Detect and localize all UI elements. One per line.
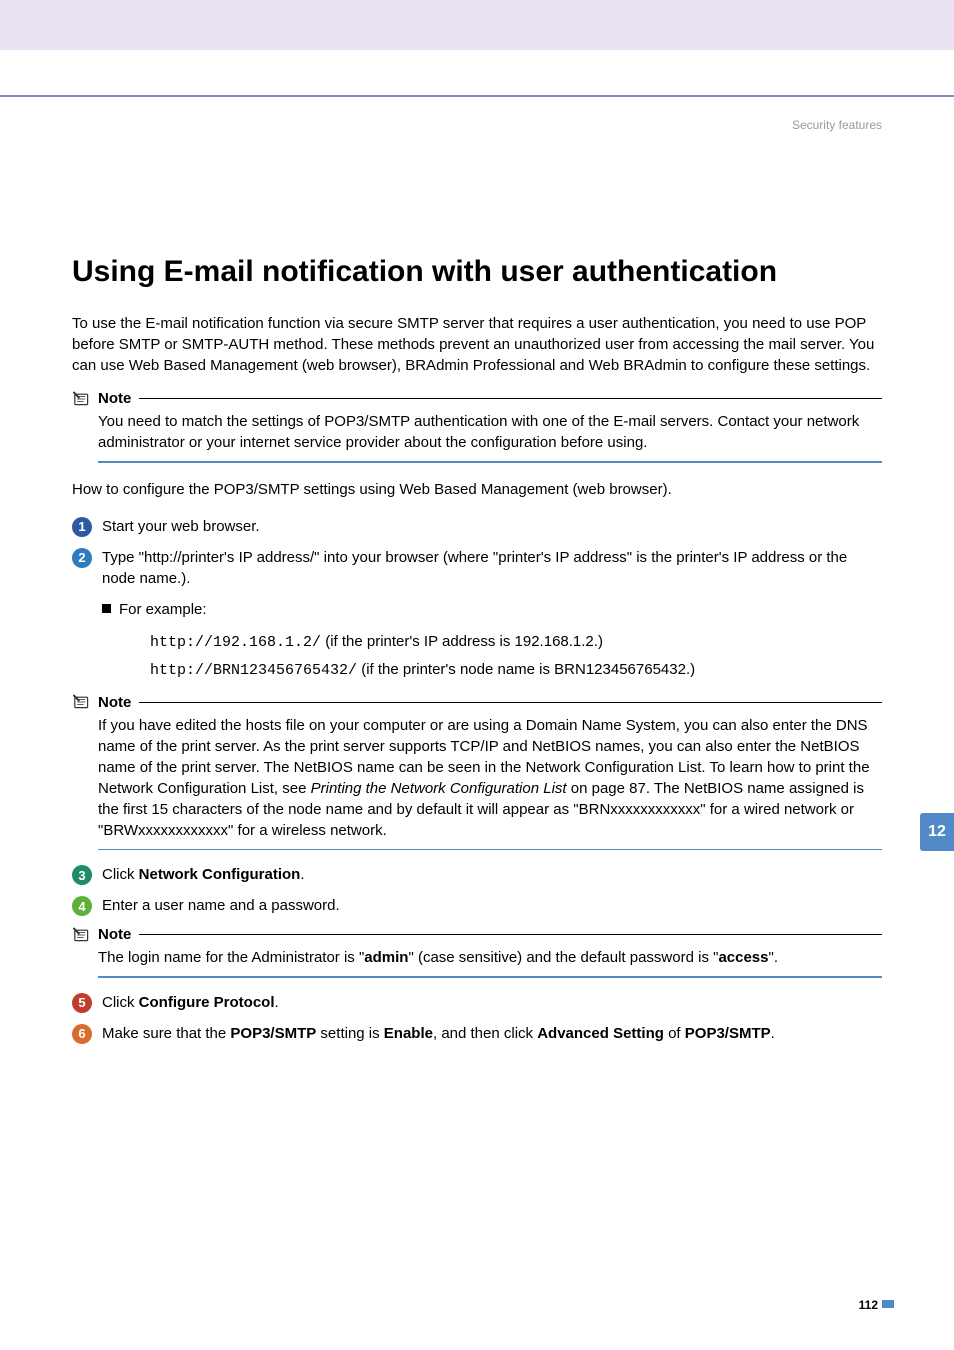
step-2: 2 Type "http://printer's IP address/" in… bbox=[72, 547, 882, 589]
note-block-3: Note The login name for the Administrato… bbox=[72, 926, 882, 978]
step-text: Enter a user name and a password. bbox=[102, 895, 882, 916]
note-block-2: Note If you have edited the hosts file o… bbox=[72, 694, 882, 851]
page-decor bbox=[882, 1300, 894, 1308]
note-label: Note bbox=[98, 694, 131, 711]
step-text: Start your web browser. bbox=[102, 516, 882, 537]
step-5: 5 Click Configure Protocol. bbox=[72, 992, 882, 1013]
note-body-2: If you have edited the hosts file on you… bbox=[72, 715, 882, 841]
step-number-icon: 6 bbox=[72, 1024, 92, 1044]
step-number-icon: 2 bbox=[72, 548, 92, 568]
example-block: For example: http://192.168.1.2/ (if the… bbox=[72, 599, 882, 684]
note-label: Note bbox=[98, 926, 131, 943]
intro-text: To use the E-mail notification function … bbox=[72, 313, 882, 376]
note-icon bbox=[72, 927, 92, 943]
note-divider-top bbox=[139, 702, 882, 703]
step-3: 3 Click Network Configuration. bbox=[72, 864, 882, 885]
breadcrumb: Security features bbox=[792, 118, 882, 132]
code-text: http://BRN123456765432/ bbox=[150, 662, 357, 679]
page-title: Using E-mail notification with user auth… bbox=[72, 255, 882, 289]
note-label: Note bbox=[98, 390, 131, 407]
step-number-icon: 1 bbox=[72, 517, 92, 537]
step-text: Click Configure Protocol. bbox=[102, 992, 882, 1013]
note-divider-top bbox=[139, 934, 882, 935]
page-content: Using E-mail notification with user auth… bbox=[0, 97, 954, 1044]
example-desc: (if the printer's node name is BRN123456… bbox=[357, 661, 695, 678]
step-text: Make sure that the POP3/SMTP setting is … bbox=[102, 1023, 882, 1044]
header-bar bbox=[0, 0, 954, 50]
example-line-1: http://192.168.1.2/ (if the printer's IP… bbox=[102, 628, 882, 656]
example-label: For example: bbox=[119, 599, 207, 620]
code-text: http://192.168.1.2/ bbox=[150, 634, 321, 651]
step-number-icon: 3 bbox=[72, 865, 92, 885]
step-6: 6 Make sure that the POP3/SMTP setting i… bbox=[72, 1023, 882, 1044]
step-text: Type "http://printer's IP address/" into… bbox=[102, 547, 882, 589]
note-block-1: Note You need to match the settings of P… bbox=[72, 390, 882, 463]
chapter-tab: 12 bbox=[920, 813, 954, 851]
bullet-icon bbox=[102, 604, 111, 613]
step-1: 1 Start your web browser. bbox=[72, 516, 882, 537]
note-divider-bottom bbox=[98, 461, 882, 463]
note-divider-top bbox=[139, 398, 882, 399]
example-line-2: http://BRN123456765432/ (if the printer'… bbox=[102, 656, 882, 684]
step-text: Click Network Configuration. bbox=[102, 864, 882, 885]
note-icon bbox=[72, 391, 92, 407]
page-number: 112 bbox=[859, 1298, 878, 1312]
note-divider-bottom bbox=[98, 976, 882, 978]
step-number-icon: 4 bbox=[72, 896, 92, 916]
howto-text: How to configure the POP3/SMTP settings … bbox=[72, 479, 882, 500]
note-icon bbox=[72, 694, 92, 710]
example-desc: (if the printer's IP address is 192.168.… bbox=[321, 633, 603, 650]
step-number-icon: 5 bbox=[72, 993, 92, 1013]
note-body-3: The login name for the Administrator is … bbox=[72, 947, 882, 968]
note-body-1: You need to match the settings of POP3/S… bbox=[72, 411, 882, 453]
step-4: 4 Enter a user name and a password. bbox=[72, 895, 882, 916]
note-divider-bottom bbox=[98, 849, 882, 851]
